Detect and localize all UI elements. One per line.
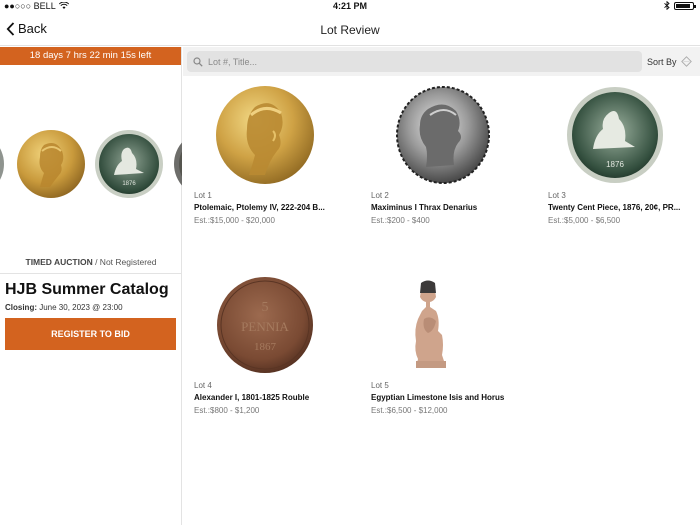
lot-card-2[interactable]: Lot 2 Maximinus I Thrax Denarius Est.:$2… — [360, 85, 530, 265]
lot-card-4[interactable]: 5 PENNIA 1867 Lot 4 Alexander I, 1801-18… — [183, 275, 353, 455]
closing-label: Closing: — [5, 303, 37, 312]
lot-title: Twenty Cent Piece, 1876, 20¢, PR... — [548, 203, 681, 212]
sort-by-button[interactable]: Sort By — [647, 56, 692, 67]
search-box[interactable] — [187, 51, 642, 72]
coin-year: 1867 — [254, 341, 277, 353]
lot-title: Egyptian Limestone Isis and Horus — [371, 393, 505, 402]
lot-image-pennia-coin: 5 PENNIA 1867 — [217, 277, 313, 373]
lot-card-3[interactable]: 1876 Lot 3 Twenty Cent Piece, 1876, 20¢,… — [537, 85, 700, 265]
coin-denomination: 5 — [262, 300, 269, 315]
lot-number: Lot 3 — [548, 191, 566, 200]
countdown-banner: 18 days 7 hrs 22 min 15s left — [0, 47, 181, 65]
lot-title: Alexander I, 1801-1825 Rouble — [194, 393, 310, 402]
search-bar-row: Sort By — [183, 47, 700, 76]
lot-estimate: Est.:$800 - $1,200 — [194, 406, 260, 415]
register-to-bid-button[interactable]: REGISTER TO BID — [5, 318, 176, 350]
battery-icon — [674, 1, 696, 10]
lot-estimate: Est.:$5,000 - $6,500 — [548, 216, 621, 225]
lot-image-isis-horus-statue — [415, 280, 446, 368]
page-title: Lot Review — [320, 23, 380, 37]
lot-estimate: Est.:$200 - $400 — [371, 216, 430, 225]
lot-number: Lot 5 — [371, 381, 389, 390]
carousel-coin-ptolemy[interactable] — [16, 129, 86, 199]
lot-number: Lot 1 — [194, 191, 212, 200]
lot-title: Ptolemaic, Ptolemy IV, 222-204 B... — [194, 203, 325, 212]
lot-title: Maximinus I Thrax Denarius — [371, 203, 478, 212]
lot-card-1[interactable]: Lot 1 Ptolemaic, Ptolemy IV, 222-204 B..… — [183, 85, 353, 265]
status-time: 4:21 PM — [332, 1, 367, 11]
lot-image-ptolemy-coin — [216, 86, 314, 184]
navigation-bar: Back Lot Review — [0, 13, 700, 46]
lot-number: Lot 4 — [194, 381, 212, 390]
coin-year: 1876 — [606, 160, 624, 169]
carousel-coin-partial-right[interactable] — [172, 129, 182, 199]
lot-carousel[interactable]: 1876 — [0, 121, 182, 205]
carousel-coin-twenty-cent[interactable]: 1876 — [94, 129, 164, 199]
lot-card-5[interactable]: Lot 5 Egyptian Limestone Isis and Horus … — [360, 275, 530, 455]
auction-info-panel: 18 days 7 hrs 22 min 15s left 1876 TIMED… — [0, 47, 182, 525]
coin-word: PENNIA — [241, 319, 289, 334]
lot-image-denarius-coin — [396, 86, 490, 184]
bluetooth-icon — [664, 1, 670, 10]
search-icon — [193, 56, 203, 67]
divider — [0, 273, 182, 274]
search-input[interactable] — [208, 56, 628, 67]
registration-status: / Not Registered — [92, 257, 157, 267]
carousel-coin-year: 1876 — [122, 181, 136, 187]
catalog-title: HJB Summer Catalog — [5, 281, 169, 298]
lot-number: Lot 2 — [371, 191, 389, 200]
battery-level — [676, 3, 691, 8]
lot-estimate: Est.:$6,500 - $12,000 — [371, 406, 448, 415]
carousel-coin-silver-partial[interactable] — [0, 129, 6, 199]
closing-value: June 30, 2023 @ 23:00 — [37, 303, 123, 312]
lot-grid-panel: Sort By Lot 1 Ptolemaic, Ptolemy IV, 222… — [183, 47, 700, 525]
lot-estimate: Est.:$15,000 - $20,000 — [194, 216, 275, 225]
auction-type-label: TIMED AUCTION — [25, 257, 93, 267]
status-indicators — [664, 1, 696, 10]
sort-by-label: Sort By — [647, 56, 677, 67]
status-bar: ●●○○○ BELL 4:21 PM — [0, 0, 700, 13]
closing-date: Closing: June 30, 2023 @ 23:00 — [5, 303, 123, 312]
auction-type-line: TIMED AUCTION / Not Registered — [0, 257, 182, 267]
lot-image-twenty-cent-coin: 1876 — [567, 87, 663, 183]
sort-icon — [680, 56, 692, 67]
